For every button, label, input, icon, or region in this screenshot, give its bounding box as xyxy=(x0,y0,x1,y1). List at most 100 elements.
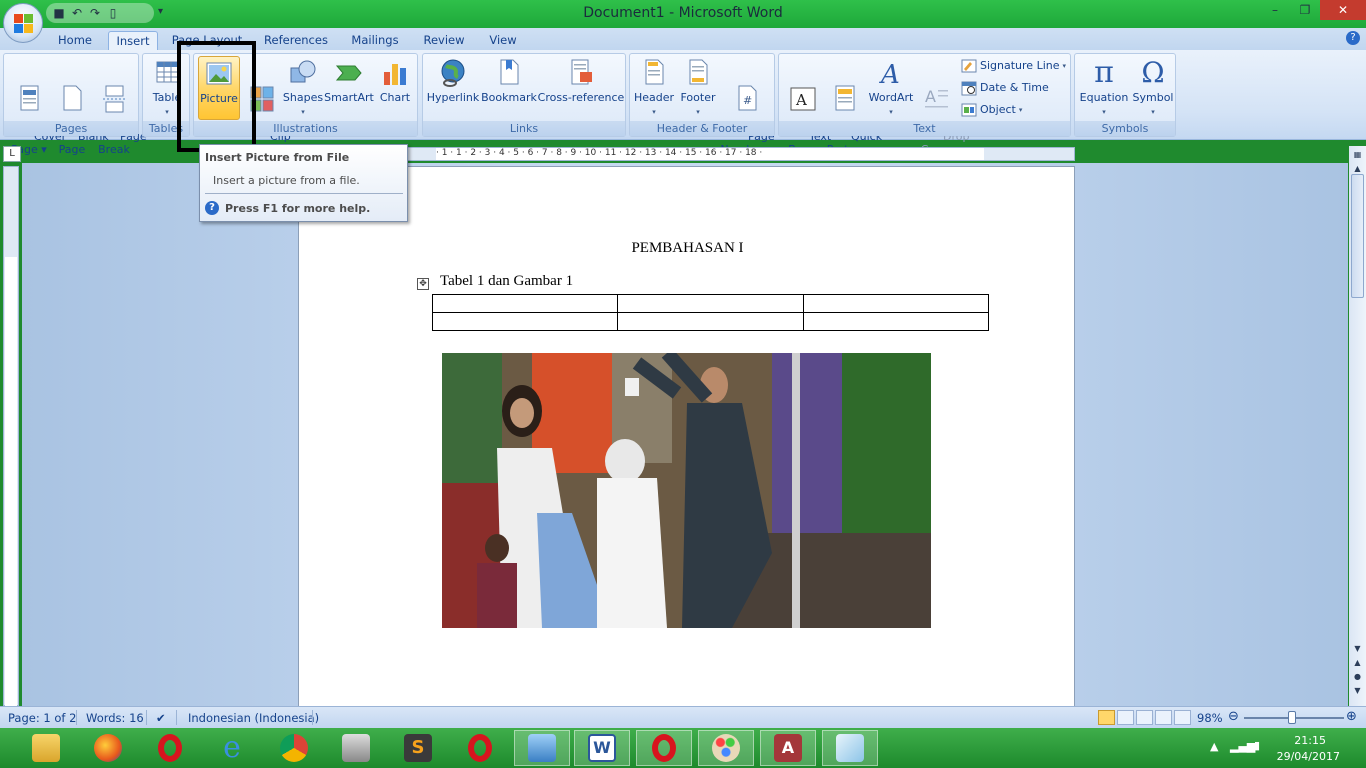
page-count[interactable]: Page: 1 of 2 xyxy=(8,711,76,725)
taskbar-microsoft-word[interactable]: W xyxy=(574,730,630,766)
tooltip-divider xyxy=(205,193,403,194)
cross-reference-button[interactable]: Cross-reference xyxy=(537,56,625,104)
vertical-ruler[interactable] xyxy=(3,166,19,707)
notepad-icon xyxy=(836,734,864,762)
taskbar-access[interactable]: A xyxy=(760,730,816,766)
tab-selector-icon[interactable]: L xyxy=(3,146,21,162)
taskbar-notepad[interactable] xyxy=(822,730,878,766)
table-cell[interactable] xyxy=(617,312,804,331)
shapes-button[interactable]: Shapes ▾ xyxy=(282,56,324,119)
vertical-scrollbar[interactable]: ▦ ▲ ▼ ▲ ● ▼ xyxy=(1349,146,1366,706)
web-layout-view-icon[interactable] xyxy=(1136,710,1153,725)
table-cell[interactable] xyxy=(802,294,990,313)
outline-view-icon[interactable] xyxy=(1155,710,1172,725)
tab-mailings[interactable]: Mailings xyxy=(344,31,406,50)
table-cell[interactable] xyxy=(431,294,619,313)
equation-button[interactable]: π Equation ▾ xyxy=(1077,56,1131,119)
minimize-icon[interactable]: – xyxy=(1260,0,1290,20)
tray-expand-icon[interactable]: ▲ xyxy=(1210,740,1218,753)
zoom-slider-thumb[interactable] xyxy=(1288,711,1296,724)
ruler-toggle-icon[interactable]: ▦ xyxy=(1352,150,1363,159)
help-icon[interactable]: ? xyxy=(1346,31,1360,45)
taskbar-opera-2[interactable] xyxy=(452,730,508,766)
tab-references[interactable]: References xyxy=(258,31,334,50)
tooltip-description: Insert a picture from a file. xyxy=(213,174,360,187)
inserted-photo[interactable] xyxy=(442,353,931,628)
table-move-handle-icon[interactable]: ✥ xyxy=(417,278,429,290)
bookmark-button[interactable]: Bookmark xyxy=(481,56,537,104)
select-browse-object-icon[interactable]: ● xyxy=(1352,672,1363,681)
chrome-icon xyxy=(280,734,308,762)
status-bar: Page: 1 of 2 Words: 16 ✔ Indonesian (Ind… xyxy=(0,706,1366,728)
battery-icon[interactable]: ▮ xyxy=(1254,739,1260,752)
group-label-text: Text xyxy=(779,121,1070,136)
shapes-icon xyxy=(288,58,318,88)
close-icon[interactable]: ✕ xyxy=(1320,0,1366,20)
scrollbar-thumb[interactable] xyxy=(1351,174,1364,298)
restore-icon[interactable]: ❐ xyxy=(1290,0,1320,20)
header-button[interactable]: Header ▾ xyxy=(632,56,676,119)
taskbar-opera[interactable] xyxy=(142,730,198,766)
document-table[interactable] xyxy=(431,294,990,331)
scroll-up-icon[interactable]: ▲ xyxy=(1352,164,1363,173)
picture-button[interactable]: Picture xyxy=(198,56,240,120)
smartart-button[interactable]: SmartArt xyxy=(324,56,374,104)
clock-time[interactable]: 21:15 xyxy=(1294,734,1326,747)
taskbar-paint[interactable] xyxy=(698,730,754,766)
proofing-icon[interactable]: ✔ xyxy=(156,711,166,725)
picture-tooltip: Insert Picture from File Insert a pictur… xyxy=(199,144,408,222)
table-button[interactable]: Table ▾ xyxy=(145,56,189,119)
signal-icon[interactable]: ▂▄▆ xyxy=(1230,740,1255,753)
zoom-out-icon[interactable]: ⊖ xyxy=(1228,709,1239,724)
language-indicator[interactable]: Indonesian (Indonesia) xyxy=(188,711,319,725)
omega-icon: Ω xyxy=(1141,56,1165,89)
table-cell[interactable] xyxy=(802,312,990,331)
scroll-down-icon[interactable]: ▼ xyxy=(1352,644,1363,653)
group-pages: Cover Page ▾ Blank Page Page Break Pages xyxy=(3,53,147,156)
previous-page-icon[interactable]: ▲ xyxy=(1352,658,1363,667)
object-button[interactable]: Object ▾ xyxy=(961,101,1022,119)
taskbar-picture-viewer[interactable] xyxy=(514,730,570,766)
draft-view-icon[interactable] xyxy=(1174,710,1191,725)
taskbar-opera-3[interactable] xyxy=(636,730,692,766)
picture-icon xyxy=(204,59,234,89)
tab-review[interactable]: Review xyxy=(416,31,472,50)
print-layout-view-icon[interactable] xyxy=(1098,710,1115,725)
taskbar-printer-app[interactable] xyxy=(328,730,384,766)
taskbar-sublime-text[interactable]: S xyxy=(390,730,446,766)
tab-view[interactable]: View xyxy=(482,31,524,50)
tab-page-layout[interactable]: Page Layout xyxy=(168,31,246,50)
office-button[interactable] xyxy=(3,3,43,43)
zoom-level[interactable]: 98% xyxy=(1197,711,1223,725)
date-time-button[interactable]: Date & Time xyxy=(961,79,1049,97)
clock-date[interactable]: 29/04/2017 xyxy=(1277,750,1340,763)
document-page[interactable]: PEMBAHASAN I ✥ Tabel 1 dan Gambar 1 xyxy=(298,166,1075,711)
hyperlink-button[interactable]: Hyperlink xyxy=(425,56,481,104)
chart-button[interactable]: Chart xyxy=(374,56,416,104)
blank-page-button[interactable]: Blank Page xyxy=(50,56,109,169)
group-header-footer: Header▾ Footer▾ # Page Number ▾ Header &… xyxy=(629,53,775,156)
svg-text:A: A xyxy=(879,60,900,88)
footer-button[interactable]: Footer ▾ xyxy=(676,56,720,119)
taskbar-chrome[interactable] xyxy=(266,730,322,766)
word-count[interactable]: Words: 16 xyxy=(86,711,144,725)
horizontal-ruler[interactable]: · 1 · 1 · 2 · 3 · 4 · 5 · 6 · 7 · 8 · 9 … xyxy=(300,147,1075,161)
bookmark-icon xyxy=(494,58,524,88)
signature-line-button[interactable]: Signature Line ▾ xyxy=(961,57,1066,75)
word-icon: W xyxy=(588,734,616,762)
sublime-text-icon: S xyxy=(404,734,432,762)
taskbar-firefox[interactable] xyxy=(80,730,136,766)
symbol-button[interactable]: Ω Symbol ▾ xyxy=(1131,56,1175,119)
quick-parts-icon xyxy=(830,84,860,114)
zoom-in-icon[interactable]: ⊕ xyxy=(1346,709,1357,724)
tab-insert[interactable]: Insert xyxy=(108,31,158,50)
taskbar-internet-explorer[interactable]: e xyxy=(204,730,260,766)
next-page-icon[interactable]: ▼ xyxy=(1352,686,1363,695)
taskbar-file-explorer[interactable] xyxy=(18,730,74,766)
table-cell[interactable] xyxy=(431,312,619,331)
page-break-button[interactable]: Page Break xyxy=(92,56,147,169)
wordart-button[interactable]: A WordArt ▾ xyxy=(867,56,915,119)
tab-home[interactable]: Home xyxy=(52,31,98,50)
table-cell[interactable] xyxy=(617,294,804,313)
full-screen-reading-view-icon[interactable] xyxy=(1117,710,1134,725)
